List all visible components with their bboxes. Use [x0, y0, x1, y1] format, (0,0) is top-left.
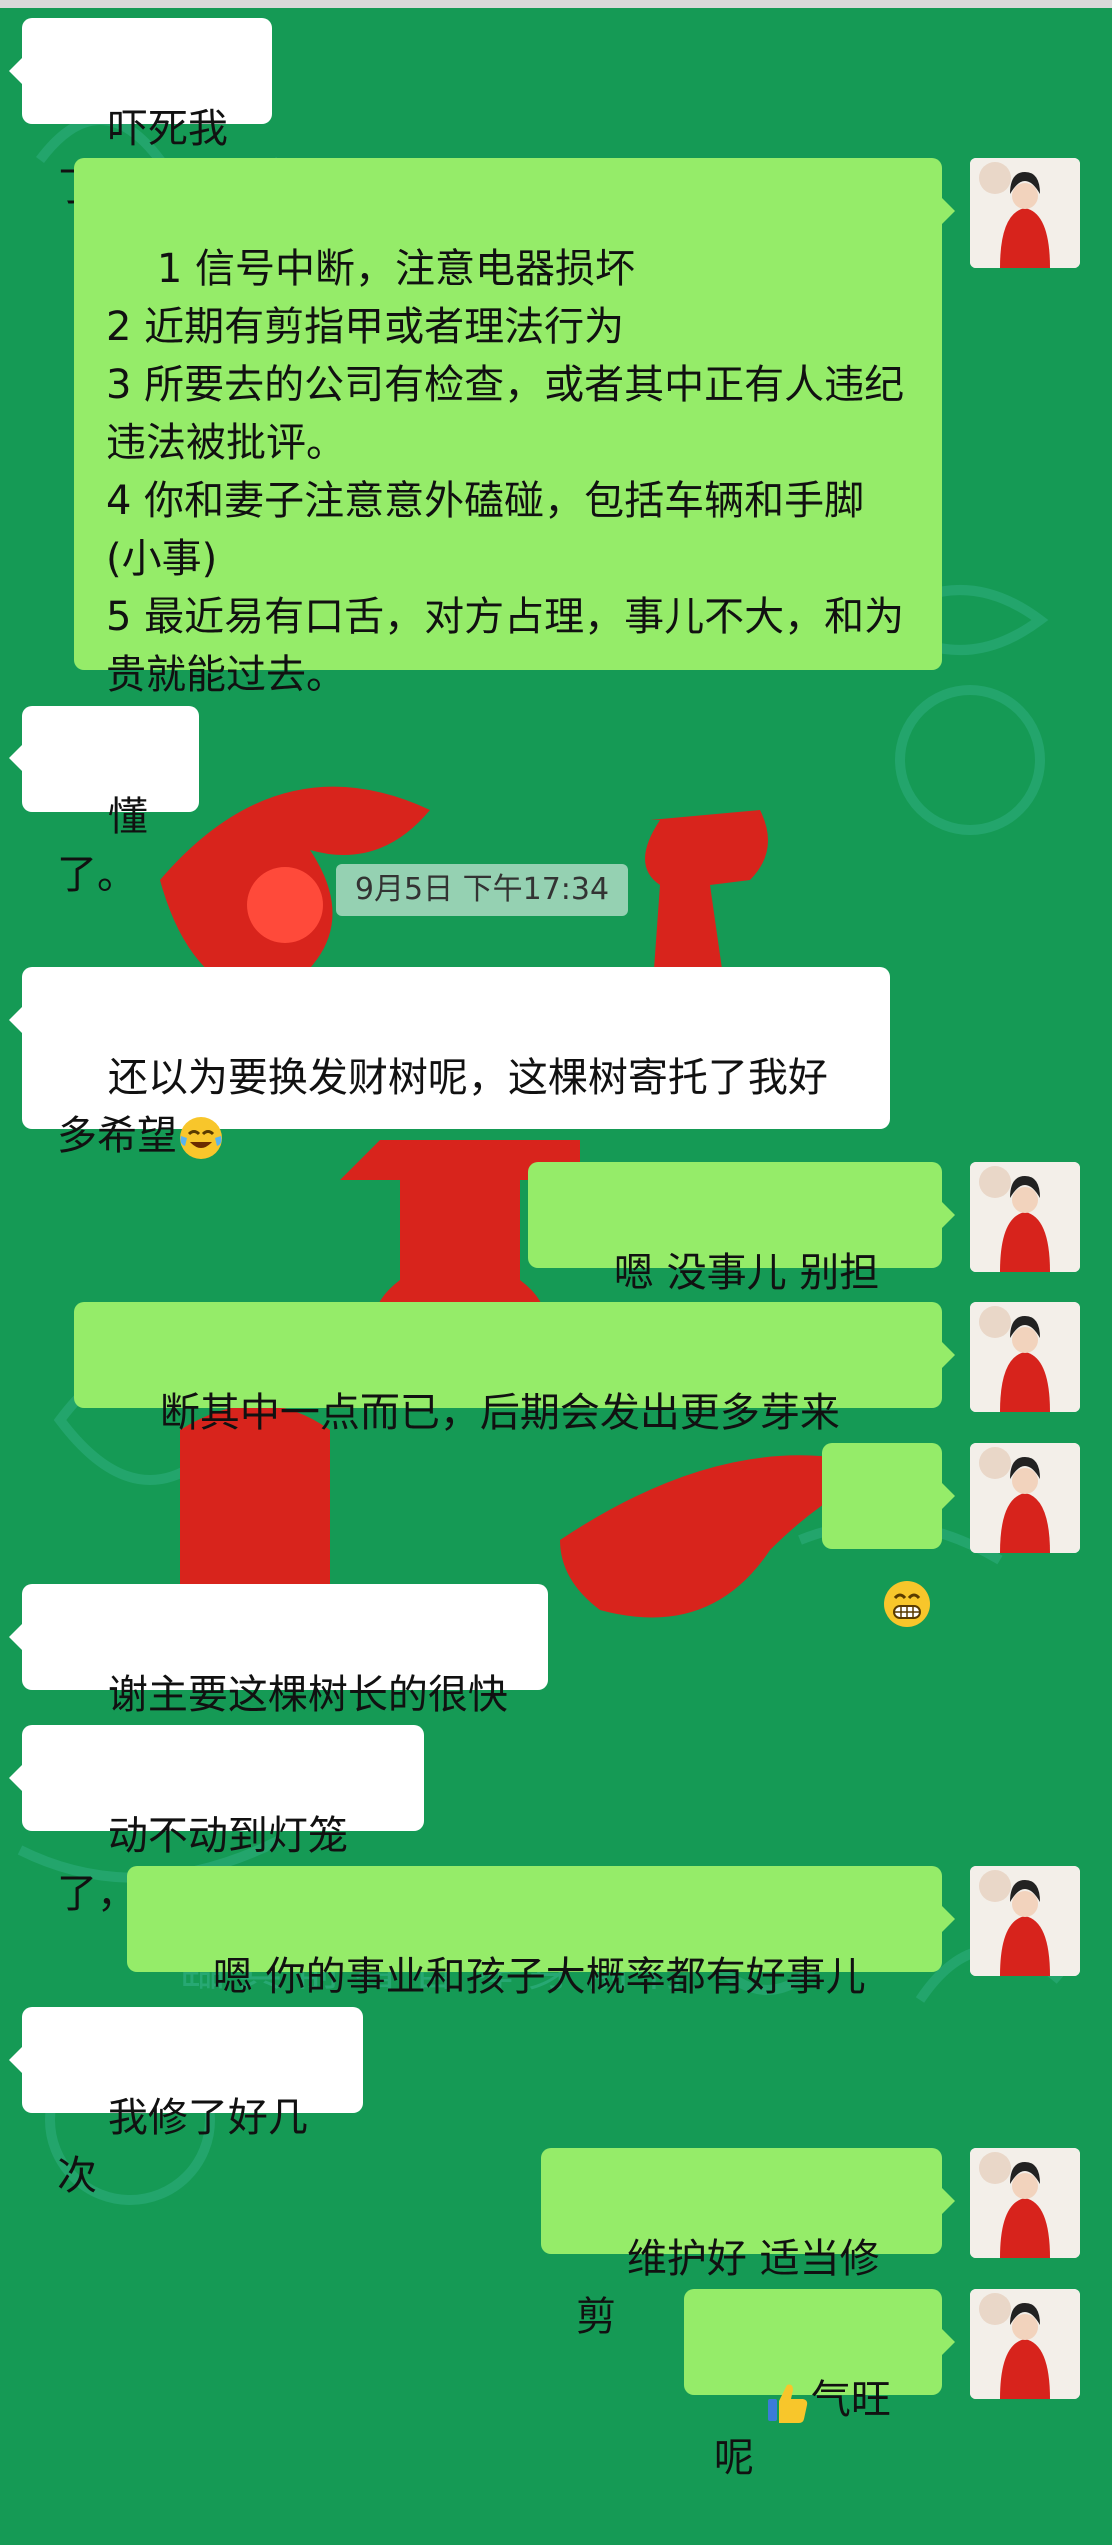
bubble-tail [9, 1765, 22, 1791]
message-text: 谢主要这棵树长的很快 [107, 1672, 508, 1718]
bubble-tail [9, 2047, 22, 2073]
bubble-tail [942, 2329, 955, 2355]
avatar-portrait-icon [970, 2289, 1080, 2399]
bubble-tail [942, 2188, 955, 2214]
message-text: 断其中一点而已，后期会发出更多芽来 [159, 1390, 840, 1436]
message-bubble[interactable]: 嗯 你的事业和孩子大概率都有好事儿 [127, 1866, 942, 2000]
message-bubble[interactable]: 还以为要换发财树呢，这棵树寄托了我好多希望 [22, 967, 890, 1159]
avatar[interactable] [970, 1866, 1080, 1976]
bubble-tail [9, 58, 22, 84]
bubble-tail [942, 198, 955, 224]
avatar-portrait-icon [970, 2148, 1080, 2258]
bubble-tail [9, 1007, 22, 1033]
top-edge [0, 0, 1112, 8]
avatar-portrait-icon [970, 1302, 1080, 1412]
message-text: 嗯 你的事业和孩子大概率都有好事儿 [212, 1954, 866, 2000]
message-text: 1 信号中断，注意电器损坏 2 近期有剪指甲或者理法行为 3 所要去的公司有检查… [106, 246, 905, 698]
message-bubble[interactable]: 断其中一点而已，后期会发出更多芽来 [74, 1302, 942, 1436]
bubble-tail [9, 745, 22, 771]
message-bubble[interactable]: 1 信号中断，注意电器损坏 2 近期有剪指甲或者理法行为 3 所要去的公司有检查… [74, 158, 942, 698]
avatar[interactable] [970, 1443, 1080, 1553]
crying-laughing-emoji [180, 1117, 222, 1159]
timestamp-label: 9月5日 下午17:34 [336, 864, 628, 916]
avatar-portrait-icon [970, 158, 1080, 268]
message-bubble[interactable]: 吓死我了 [22, 18, 272, 210]
message-bubble[interactable]: 动不动到灯笼了， [22, 1725, 424, 1917]
avatar[interactable] [970, 158, 1080, 268]
bubble-tail [942, 1342, 955, 1368]
bubble-tail [942, 1483, 955, 1509]
bubble-tail [9, 1624, 22, 1650]
message-bubble[interactable] [822, 1443, 942, 1627]
message-bubble[interactable]: 气旺呢 [684, 2289, 942, 2481]
avatar[interactable] [970, 2148, 1080, 2258]
avatar-portrait-icon [970, 1162, 1080, 1272]
message-bubble[interactable]: 维护好 适当修剪 [541, 2148, 942, 2340]
avatar-portrait-icon [970, 1866, 1080, 1976]
bubble-tail [942, 1202, 955, 1228]
avatar[interactable] [970, 2289, 1080, 2399]
thumbs-up-emoji [767, 2384, 808, 2423]
avatar[interactable] [970, 1162, 1080, 1272]
message-bubble[interactable]: 我修了好几次 [22, 2007, 363, 2199]
avatar[interactable] [970, 1302, 1080, 1412]
message-bubble[interactable]: 懂了。 [22, 706, 199, 898]
avatar-portrait-icon [970, 1443, 1080, 1553]
message-bubble[interactable]: 嗯 没事儿 别担忧 [528, 1162, 942, 1354]
message-bubble[interactable]: 谢主要这棵树长的很快 [22, 1584, 548, 1718]
grinning-emoji [884, 1581, 931, 1627]
bubble-tail [942, 1906, 955, 1932]
